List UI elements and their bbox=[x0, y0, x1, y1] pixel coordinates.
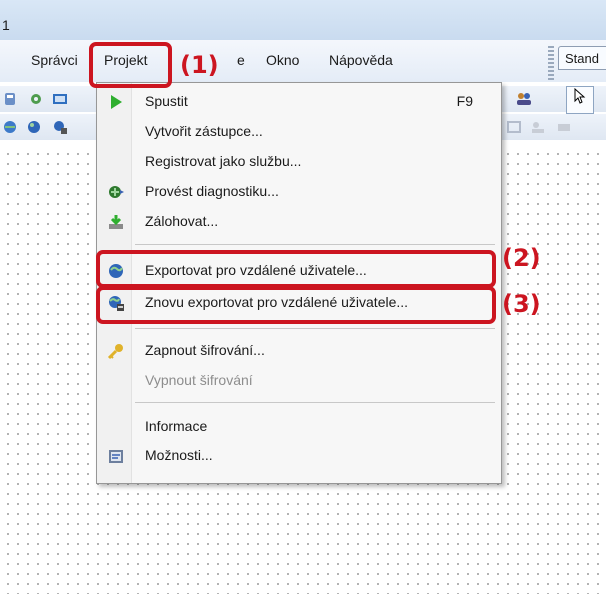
menu-item-moznosti[interactable]: Možnosti... bbox=[97, 442, 501, 470]
shortcut-f9: F9 bbox=[456, 93, 473, 109]
menu-item-informace[interactable]: Informace bbox=[97, 413, 501, 441]
frame-icon[interactable] bbox=[506, 119, 522, 135]
toolbar-tab-standard[interactable]: Stand bbox=[558, 46, 606, 70]
globe-export-icon[interactable] bbox=[26, 119, 42, 135]
key-icon bbox=[107, 344, 123, 360]
table-icon[interactable] bbox=[52, 91, 68, 107]
annotation-box-step1 bbox=[89, 42, 172, 88]
play-icon bbox=[111, 95, 122, 109]
menu-separator bbox=[135, 328, 495, 329]
gear-icon[interactable] bbox=[28, 91, 44, 107]
menu-item-spustit[interactable]: Spustit F9 bbox=[97, 88, 501, 116]
menu-item-zapnout-sifrovani[interactable]: Zapnout šifrování... bbox=[97, 337, 501, 365]
annotation-label-step1: (1) bbox=[180, 51, 219, 79]
users-icon[interactable] bbox=[516, 91, 532, 107]
window-title: 1 bbox=[2, 17, 10, 33]
globe-reexport-icon[interactable] bbox=[52, 119, 68, 135]
menu-item-registrovat-sluzbu[interactable]: Registrovat jako službu... bbox=[97, 148, 501, 176]
menu-partial-e[interactable]: e bbox=[237, 52, 245, 68]
options-icon bbox=[109, 450, 123, 463]
title-bar: 1 bbox=[0, 0, 606, 40]
cursor-arrow-icon bbox=[574, 87, 586, 104]
globe-icon[interactable] bbox=[2, 119, 18, 135]
menu-item-zalohovat[interactable]: Zálohovat... bbox=[97, 208, 501, 236]
annotation-box-step3 bbox=[96, 286, 496, 324]
toolbar-grip[interactable] bbox=[548, 46, 554, 80]
menu-item-provest-diagnostiku[interactable]: Provést diagnostiku... bbox=[97, 178, 501, 206]
menu-napoveda[interactable]: Nápověda bbox=[329, 52, 393, 68]
annotation-label-step3: (3) bbox=[502, 290, 541, 318]
menu-item-vytvorit-zastupce[interactable]: Vytvořit zástupce... bbox=[97, 118, 501, 146]
annotation-label-step2: (2) bbox=[502, 244, 541, 272]
pointer-tool-button[interactable] bbox=[566, 86, 594, 114]
database-icon[interactable] bbox=[2, 91, 18, 107]
users-edit-icon[interactable] bbox=[530, 119, 546, 135]
backup-icon bbox=[109, 215, 123, 229]
menu-okno[interactable]: Okno bbox=[266, 52, 299, 68]
menu-separator bbox=[135, 244, 495, 245]
menu-spravci[interactable]: Správci bbox=[31, 52, 78, 68]
menu-item-vypnout-sifrovani: Vypnout šifrování bbox=[145, 372, 253, 388]
diagnostics-icon bbox=[109, 186, 124, 198]
annotation-box-step2 bbox=[96, 250, 496, 288]
print-icon[interactable] bbox=[556, 119, 572, 135]
menu-separator bbox=[135, 402, 495, 403]
